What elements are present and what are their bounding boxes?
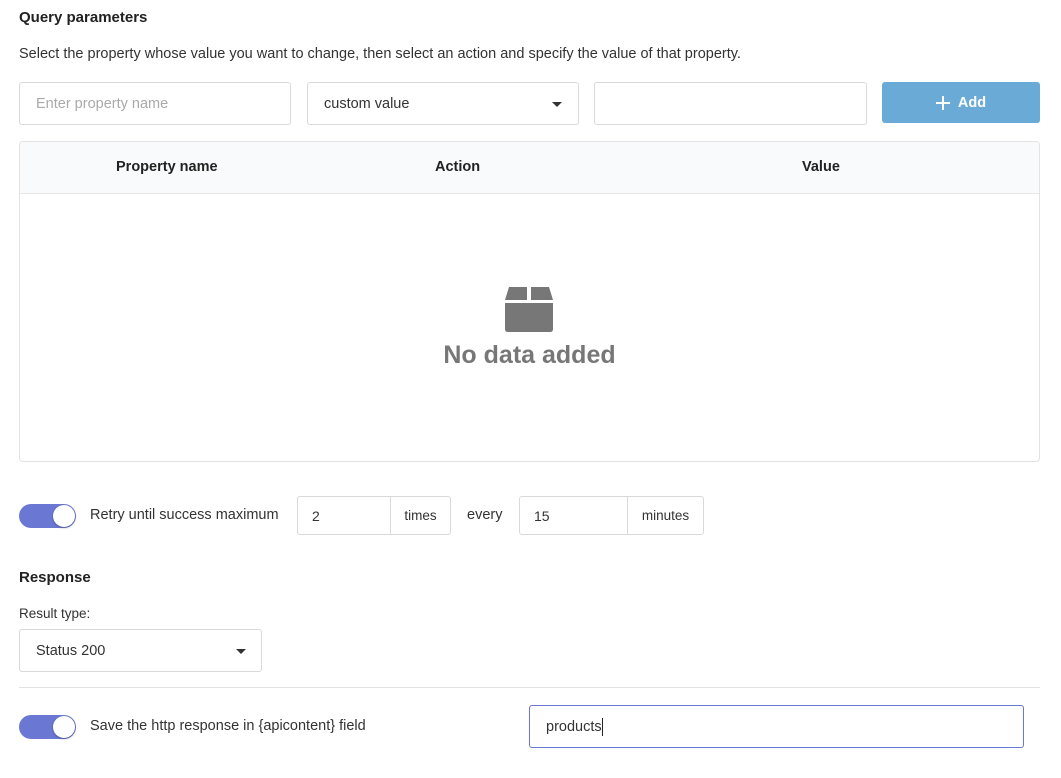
- retry-label: Retry until success maximum: [90, 507, 279, 523]
- retry-interval-input[interactable]: 15: [520, 497, 628, 534]
- action-select-value: custom value: [324, 95, 410, 112]
- add-button-label: Add: [957, 94, 987, 111]
- text-caret: [601, 717, 603, 736]
- column-header-property-name: Property name: [116, 159, 218, 175]
- column-header-action: Action: [435, 159, 481, 175]
- property-name-placeholder: Enter property name: [36, 95, 169, 112]
- empty-state-text: No data added: [443, 341, 616, 369]
- result-type-label: Result type:: [19, 606, 91, 621]
- apicontent-field-input[interactable]: products: [529, 705, 1024, 748]
- plus-icon: [935, 95, 950, 110]
- apicontent-field-value: products: [546, 718, 602, 735]
- retry-interval-unit: minutes: [641, 508, 690, 523]
- chevron-down-icon: [236, 648, 246, 654]
- every-label: every: [467, 507, 503, 523]
- chevron-down-icon: [552, 101, 562, 107]
- add-button[interactable]: Add: [882, 82, 1040, 123]
- retry-toggle[interactable]: [19, 504, 76, 528]
- retry-times-group: 2 times: [297, 496, 451, 535]
- divider: [19, 687, 1040, 688]
- retry-interval-group: 15 minutes: [519, 496, 704, 535]
- save-response-label: Save the http response in {apicontent} f…: [90, 718, 366, 734]
- save-response-toggle[interactable]: [19, 715, 76, 739]
- result-type-value: Status 200: [36, 642, 106, 659]
- value-input[interactable]: [594, 82, 867, 125]
- column-header-value: Value: [802, 159, 840, 175]
- table-empty-state: No data added: [20, 194, 1039, 461]
- retry-times-input[interactable]: 2: [298, 497, 391, 534]
- query-parameters-table: Property name Action Value No data added: [19, 141, 1040, 462]
- query-parameters-title: Query parameters: [19, 9, 148, 26]
- retry-times-unit: times: [404, 508, 437, 523]
- box-icon: [504, 287, 553, 332]
- retry-toggle-knob: [53, 505, 75, 527]
- query-parameters-description: Select the property whose value you want…: [19, 46, 741, 62]
- action-select[interactable]: custom value: [307, 82, 579, 125]
- response-title: Response: [19, 569, 91, 586]
- table-header: Property name Action Value: [20, 142, 1039, 194]
- save-response-toggle-knob: [53, 716, 75, 738]
- result-type-select[interactable]: Status 200: [19, 629, 262, 672]
- property-name-input[interactable]: Enter property name: [19, 82, 291, 125]
